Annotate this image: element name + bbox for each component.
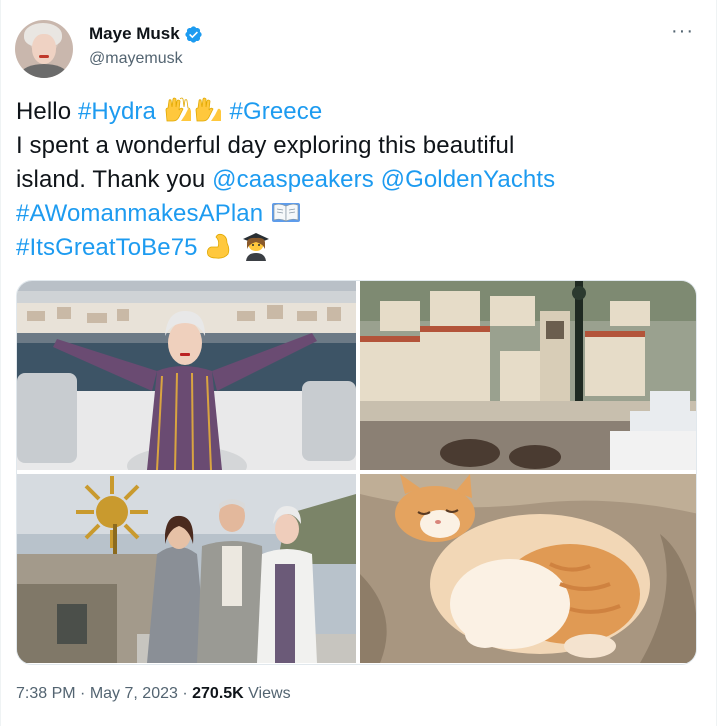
hashtag-itsgreattobe75[interactable]: #ItsGreatToBe75 (16, 234, 198, 261)
hashtag-hydra[interactable]: #Hydra (78, 98, 156, 125)
hashtag-awomanmakesaplan[interactable]: #AWomanmakesAPlan (16, 200, 263, 227)
photo-hydra-harbor[interactable] (360, 281, 696, 470)
flexed-biceps-icon (207, 233, 230, 259)
tweet-line-3: island. Thank you @caaspeakers @GoldenYa… (16, 166, 556, 193)
photo-sleeping-cat[interactable] (360, 474, 696, 663)
mention-caaspeakers[interactable]: @caaspeakers (212, 166, 374, 193)
open-book-icon (271, 203, 300, 222)
tweet-footer: 7:38 PM · May 7, 2023 · 270.5K Views (16, 685, 291, 703)
tweet-header: Maye Musk @mayemusk ··· (15, 18, 702, 78)
raising-hands-icon (195, 97, 221, 122)
tweet-time[interactable]: 7:38 PM (16, 685, 76, 702)
avatar[interactable] (15, 20, 73, 78)
woman-student-icon (243, 233, 270, 261)
views-label: Views (248, 685, 291, 702)
author-name-row: Maye Musk (89, 24, 203, 44)
raising-hands-icon (165, 97, 191, 122)
mention-goldenyachts[interactable]: @GoldenYachts (381, 166, 556, 193)
more-options-icon[interactable]: ··· (671, 21, 694, 41)
hashtag-greece[interactable]: #Greece (230, 98, 323, 125)
footer-separator: · (80, 685, 86, 702)
views-count: 270.5K (192, 685, 244, 702)
tweet-line-4: #AWomanmakesAPlan (16, 197, 696, 231)
verified-badge-icon (185, 25, 202, 43)
photo-woman-on-yacht[interactable] (17, 281, 356, 470)
media-grid (16, 280, 697, 665)
tweet-line-5: #ItsGreatToBe75 (16, 231, 696, 265)
author-display-name[interactable]: Maye Musk (89, 24, 180, 44)
tweet-line-2: I spent a wonderful day exploring this b… (16, 132, 515, 159)
tweet-date[interactable]: May 7, 2023 (90, 685, 178, 702)
photo-family-group[interactable] (17, 474, 356, 663)
tweet-text: Hello #Hydra #Greece I spent a wonderful… (16, 95, 696, 265)
footer-separator: · (182, 685, 188, 702)
author-handle[interactable]: @mayemusk (89, 50, 183, 68)
tweet-line-1: Hello #Hydra #Greece (16, 97, 323, 125)
tweet-card: Maye Musk @mayemusk ··· Hello #Hydra #Gr… (0, 0, 717, 726)
